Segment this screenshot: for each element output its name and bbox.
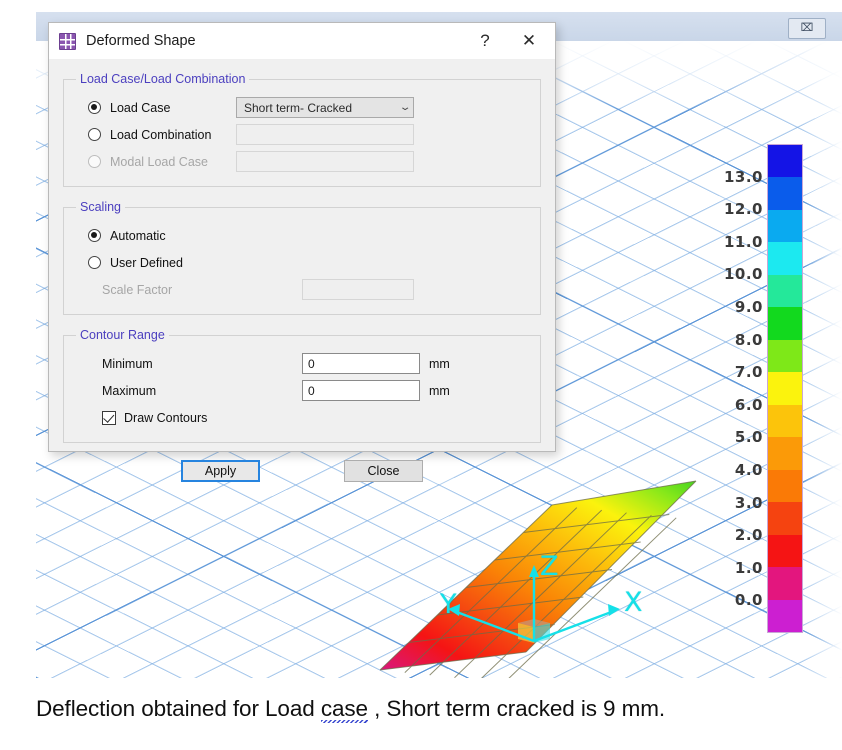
maximum-unit: mm	[429, 383, 450, 398]
close-button[interactable]: Close	[344, 460, 423, 482]
radio-load-case[interactable]	[88, 101, 101, 114]
draw-contours-row[interactable]: Draw Contours	[74, 405, 530, 430]
minimum-row[interactable]: Minimum 0 mm	[74, 351, 530, 376]
colorbar-band-4	[768, 274, 802, 308]
chevron-down-icon: ⌄	[398, 102, 412, 113]
maximum-label: Maximum	[102, 383, 157, 398]
colorbar-tick-0-0: 0.0	[734, 591, 763, 610]
colorbar-band-3	[768, 242, 802, 275]
colorbar-band-8	[768, 404, 802, 438]
colorbar-tick-5-0: 5.0	[734, 428, 763, 447]
checkbox-draw-contours[interactable]	[102, 410, 116, 425]
dialog-button-bar: Apply Close	[63, 460, 541, 482]
colorbar-band-13	[768, 567, 802, 600]
colorbar-band-9	[768, 437, 802, 470]
draw-contours-label: Draw Contours	[124, 410, 208, 425]
help-icon[interactable]: ?	[463, 24, 507, 58]
mesh-grid-icon	[59, 32, 76, 50]
modal-load-case-label: Modal Load Case	[110, 154, 208, 169]
minimum-input[interactable]: 0	[302, 353, 420, 374]
dialog-title-bar[interactable]: Deformed Shape ? ✕	[49, 23, 555, 60]
colorbar-band-5	[768, 307, 802, 340]
load-case-selected-value: Short term- Cracked	[244, 100, 353, 115]
colorbar-band-12	[768, 534, 802, 568]
colorbar-tick-12-0: 12.0	[723, 200, 763, 219]
restore-window-icon[interactable]: ⌧	[788, 18, 826, 39]
dialog-title: Deformed Shape	[86, 33, 196, 49]
maximum-input[interactable]: 0	[302, 380, 420, 401]
apply-button[interactable]: Apply	[181, 460, 260, 482]
close-glyph: ✕	[521, 31, 537, 50]
scale-factor-row: Scale Factor	[74, 277, 530, 302]
colorbar-tick-4-0: 4.0	[734, 461, 763, 479]
colorbar-band-14	[768, 599, 802, 633]
scale-factor-label: Scale Factor	[102, 282, 173, 297]
load-case-row[interactable]: Load Case Short term- Cracked ⌄	[74, 95, 530, 120]
radio-modal-load-case	[88, 155, 101, 168]
grid-fade-right	[802, 41, 842, 678]
load-case-dropdown[interactable]: Short term- Cracked ⌄	[236, 97, 414, 118]
automatic-label: Automatic	[110, 228, 166, 243]
colorbar-tick-13-0: 13.0	[723, 167, 763, 186]
maximum-row[interactable]: Maximum 0 mm	[74, 378, 530, 403]
load-case-group-legend: Load Case/Load Combination	[80, 72, 246, 86]
radio-user-defined[interactable]	[88, 256, 101, 269]
modal-load-case-row: Modal Load Case	[74, 149, 530, 174]
radio-load-combination[interactable]	[88, 128, 101, 141]
colorbar-tick-9-0: 9.0	[734, 298, 763, 316]
colorbar-tick-8-0: 8.0	[734, 330, 763, 349]
caption-text-after: , Short term cracked is 9 mm.	[367, 696, 666, 721]
caption-misspelled-word: case	[320, 696, 368, 725]
scaling-group: Scaling Automatic User Defined Scale Fac…	[63, 200, 541, 315]
colorbar-band-2	[768, 209, 802, 243]
contour-range-group: Contour Range Minimum 0 mm Maximum 0 mm	[63, 328, 541, 443]
automatic-row[interactable]: Automatic	[74, 223, 530, 248]
colorbar-band-10	[768, 469, 802, 503]
application-window: ⌧ Z Y X 13.0 12.0 11.0 10.0 9.0 8.0 7.0 …	[0, 0, 842, 678]
load-case-group: Load Case/Load Combination Load Case Sho…	[63, 72, 541, 187]
scale-factor-input	[302, 279, 414, 300]
colorbar-tick-2-0: 2.0	[734, 526, 763, 545]
colorbar-tick-7-0: 7.0	[734, 363, 763, 382]
minimum-unit: mm	[429, 356, 450, 371]
colorbar-band-7	[768, 372, 802, 405]
colorbar-tick-1-0: 1.0	[734, 558, 763, 577]
maximum-input-value: 0	[308, 383, 315, 398]
colorbar-tick-6-0: 6.0	[734, 395, 763, 414]
figure-caption: Deflection obtained for Load case , Shor…	[36, 696, 826, 725]
modal-load-case-dropdown	[236, 151, 414, 172]
deformed-shape-dialog[interactable]: Deformed Shape ? ✕ Load Case/Load Combin…	[48, 22, 556, 482]
minimum-input-value: 0	[308, 356, 315, 371]
load-case-label: Load Case	[110, 100, 171, 115]
close-icon[interactable]: ✕	[507, 24, 551, 58]
colorbar-tick-3-0: 3.0	[734, 493, 763, 512]
deflection-colorbar: 13.0 12.0 11.0 10.0 9.0 8.0 7.0 6.0 5.0 4.0 3.0 2.0…	[724, 144, 803, 633]
colorbar-bands	[767, 144, 803, 633]
load-combination-dropdown	[236, 124, 414, 145]
radio-automatic[interactable]	[88, 229, 101, 242]
colorbar-band-6	[768, 339, 802, 373]
help-glyph: ?	[480, 31, 490, 50]
caption-text-before: Deflection obtained for Load	[36, 696, 321, 721]
colorbar-band-11	[768, 502, 802, 535]
user-defined-row[interactable]: User Defined	[74, 250, 530, 275]
colorbar-tick-10-0: 10.0	[723, 265, 763, 284]
colorbar-band-1	[768, 177, 802, 210]
dialog-body: Load Case/Load Combination Load Case Sho…	[49, 60, 555, 482]
minimum-label: Minimum	[102, 356, 153, 371]
restore-window-glyph: ⌧	[800, 22, 814, 34]
colorbar-tick-11-0: 11.0	[723, 232, 763, 251]
apply-button-label: Apply	[204, 464, 237, 478]
contour-range-group-legend: Contour Range	[80, 328, 165, 342]
colorbar-band-0	[768, 145, 802, 178]
close-button-label: Close	[367, 464, 400, 478]
colorbar-tick-labels: 13.0 12.0 11.0 10.0 9.0 8.0 7.0 6.0 5.0 4.0 3.0 2.0…	[707, 144, 763, 633]
load-combination-row[interactable]: Load Combination	[74, 122, 530, 147]
user-defined-label: User Defined	[110, 255, 183, 270]
scaling-group-legend: Scaling	[80, 200, 121, 214]
load-combination-label: Load Combination	[110, 127, 212, 142]
